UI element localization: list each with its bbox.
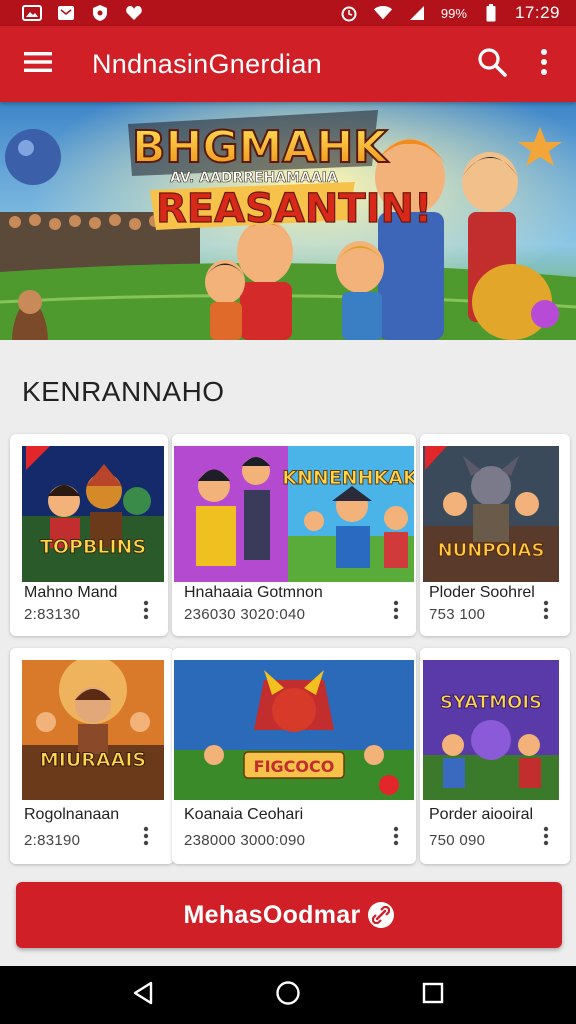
game-card[interactable]: SYATMOIS Porder aiooiral 750 090 (420, 648, 570, 864)
card-more-button[interactable] (534, 598, 558, 626)
wifi-icon (373, 4, 393, 22)
thumb-title: KNNENHKAK (282, 467, 414, 489)
thumb-title: SYATMOIS (440, 692, 542, 713)
section-title: KENRANNAHO (22, 376, 225, 407)
game-meta: 236030 3020:040 (184, 606, 306, 623)
thumb-title: TOPBLINS (40, 536, 146, 558)
more-vert-icon (393, 600, 399, 625)
app-bar: NndnasinGnerdian (0, 26, 576, 102)
hero-title-line2: AV. AADRREHAMAAIA (170, 170, 338, 186)
system-nav-bar (0, 966, 576, 1024)
card-more-button[interactable] (384, 824, 408, 852)
game-meta: 750 090 (429, 832, 486, 849)
content-area: KENRANNAHO TOPBLINS Mahno Mand 2:83130 K… (0, 340, 576, 966)
home-button[interactable] (264, 971, 312, 1019)
card-more-button[interactable] (534, 824, 558, 852)
game-meta: 753 100 (429, 606, 486, 623)
battery-level: 99% (440, 5, 467, 21)
primary-action-label: MehasOodmar (183, 900, 361, 929)
game-title: Porder aiooiral (429, 806, 534, 823)
battery-icon (481, 4, 501, 22)
game-card[interactable]: FIGCOCO Koanaia Ceohari 238000 3000:090 (172, 648, 416, 864)
signal-icon (407, 4, 427, 22)
game-meta: 2:83130 (24, 606, 81, 623)
heart-icon (124, 4, 144, 22)
app-title: NndnasinGnerdian (92, 48, 322, 79)
recents-button[interactable] (409, 971, 457, 1019)
game-card[interactable]: MIURAAIS Rogolnanaan 2:83190 (10, 648, 174, 864)
game-thumbnail: NUNPOIAS (423, 446, 559, 582)
game-thumbnail: KNNENHKAK (174, 446, 414, 582)
game-thumbnail: TOPBLINS (22, 446, 164, 582)
home-circle-icon (275, 980, 301, 1011)
thumb-title: NUNPOIAS (438, 540, 545, 561)
thumb-title: MIURAAIS (40, 749, 146, 771)
thumb-title: FIGCOCO (254, 757, 335, 776)
game-thumbnail: MIURAAIS (22, 660, 164, 800)
game-card[interactable]: KNNENHKAK Hnahaaia Gotmnon 236030 3020:0… (172, 434, 416, 636)
notification-icons (22, 4, 144, 22)
game-title: Rogolnanaan (24, 806, 120, 823)
game-card[interactable]: NUNPOIAS Ploder Soohrel 753 100 (420, 434, 570, 636)
primary-action-button[interactable]: MehasOodmar (16, 882, 562, 948)
card-more-button[interactable] (134, 824, 158, 852)
hero-banner[interactable]: BHGMAHK AV. AADRREHAMAAIA REASANTIN! (0, 102, 576, 340)
card-more-button[interactable] (384, 598, 408, 626)
more-options-button[interactable] (518, 36, 570, 92)
hero-title-line3: REASANTIN! (156, 186, 432, 232)
card-more-button[interactable] (134, 598, 158, 626)
gallery-icon (22, 4, 42, 22)
game-thumbnail: SYATMOIS (423, 660, 559, 800)
back-button[interactable] (119, 971, 167, 1019)
status-bar: 99% 17:29 (0, 0, 576, 26)
game-title: Koanaia Ceohari (184, 806, 304, 823)
back-triangle-icon (132, 981, 154, 1010)
link-icon (368, 902, 395, 928)
more-vert-icon (143, 600, 149, 625)
more-vert-icon (540, 48, 548, 80)
clock: 17:29 (514, 3, 560, 22)
search-icon (477, 47, 507, 82)
game-title: Mahno Mand (24, 584, 118, 601)
game-meta: 2:83190 (24, 832, 81, 849)
game-thumbnail: FIGCOCO (174, 660, 414, 800)
more-vert-icon (543, 826, 549, 851)
search-button[interactable] (466, 36, 518, 92)
game-title: Hnahaaia Gotmnon (184, 584, 323, 601)
system-status: 99% 17:29 (339, 3, 560, 23)
more-vert-icon (543, 600, 549, 625)
game-title: Ploder Soohrel (429, 584, 535, 601)
menu-button[interactable] (10, 36, 66, 92)
message-icon (56, 4, 76, 22)
game-card[interactable]: TOPBLINS Mahno Mand 2:83130 (10, 434, 168, 636)
recents-square-icon (422, 982, 444, 1009)
hamburger-menu-icon (24, 51, 52, 78)
more-vert-icon (393, 826, 399, 851)
hero-title-line1: BHGMAHK (132, 122, 389, 173)
alarm-icon (339, 4, 359, 22)
more-vert-icon (143, 826, 149, 851)
game-meta: 238000 3000:090 (184, 832, 306, 849)
shield-icon (90, 4, 110, 22)
